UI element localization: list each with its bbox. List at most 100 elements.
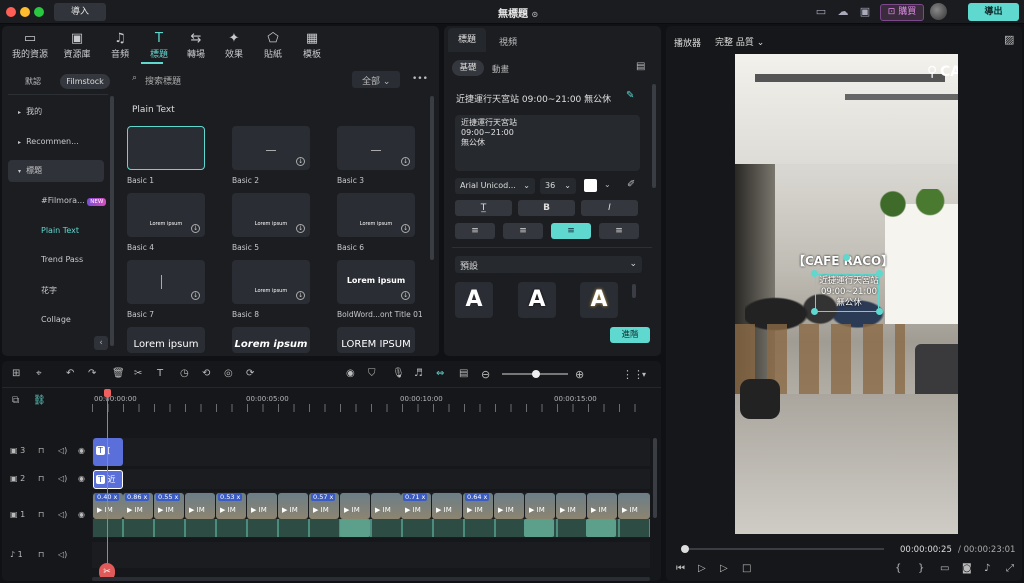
video-clip[interactable]: ▶ IM [185,493,215,519]
snapshot-icon[interactable]: ▨ [1004,33,1014,46]
size-dropdown[interactable]: 36 ⌄ [540,178,576,194]
eye-icon[interactable]: ◉ [78,510,85,519]
video-clip[interactable]: 0.71 x ▶ IM [401,493,431,519]
maximize-window-button[interactable] [34,7,44,17]
select-icon[interactable]: ⊞ [12,368,20,379]
advanced-button[interactable]: 進階 [610,327,650,343]
title-thumbnail[interactable]: ↓ [232,126,310,170]
sidebar-scrollbar[interactable] [110,96,114,346]
speaker-icon[interactable]: ◁) [58,474,67,483]
download-icon[interactable]: ↓ [296,291,305,300]
preset-style-3[interactable]: A [580,282,618,318]
sidebar-item[interactable]: ▾ 標題 [8,160,104,182]
sidebar-subitem[interactable]: Trend Pass [41,255,83,264]
track-icon[interactable]: ▤ [459,368,468,379]
ai-icon[interactable]: ⇔ [436,368,444,379]
download-icon[interactable]: ↓ [296,157,305,166]
title-thumbnail[interactable] [127,126,205,170]
video-clip[interactable]: ▶ IM [432,493,462,519]
undo-icon[interactable]: ↶ [66,368,74,379]
close-window-button[interactable] [6,7,16,17]
preset-scrollbar[interactable] [632,284,636,298]
font-dropdown[interactable]: Arial Unicod... ⌄ [455,178,535,194]
download-icon[interactable]: ↓ [401,157,410,166]
edit-title-icon[interactable]: ✎ [626,90,634,101]
toolbar-item[interactable]: ✦ 效果 [215,30,253,60]
play-icon-2[interactable]: ▷ [720,563,728,574]
speed-icon[interactable]: ◷ [180,368,189,379]
title-thumbnail[interactable]: Lorem ipsum ↓ [337,260,415,304]
preset-style-2[interactable]: A [518,282,556,318]
title-thumbnail[interactable]: ↓ [337,126,415,170]
italic-button[interactable]: I [581,200,638,216]
display-icon[interactable]: ▭ [940,563,949,574]
tab-animation[interactable]: 動畫 [492,63,509,75]
progress-track[interactable] [684,548,884,550]
download-icon[interactable]: ↓ [296,224,305,233]
zoom-knob[interactable] [532,370,540,378]
resize-handle[interactable] [811,270,818,277]
toolbar-item[interactable]: ♫ 音頻 [101,30,139,60]
video-clip[interactable]: ▶ IM [525,493,555,519]
import-button[interactable]: 導入 [54,3,106,21]
tab-basic[interactable]: 基礎 [452,60,484,76]
eye-icon[interactable]: ◉ [78,446,85,455]
toolbar-item[interactable]: ▣ 資源庫 [58,30,96,60]
prev-frame-icon[interactable]: ⏮ [676,563,685,574]
audio-icon[interactable]: ♬ [414,368,423,379]
speaker-icon[interactable]: ◁) [58,446,67,455]
filmstock-tab[interactable]: Filmstock [60,74,110,89]
rotate-handle[interactable] [843,254,850,261]
video-preview[interactable]: ⚲ CA 【CAFE RACO】 近捷運行天宮站 09:00~21:00 無公休 [735,54,958,534]
add-track-icon[interactable]: ⧉ [12,395,19,406]
eye-icon[interactable]: ◉ [78,474,85,483]
video-clip[interactable]: ▶ IM [371,493,401,519]
toolbar-item[interactable]: ▦ 模板 [293,30,331,60]
text-case-button[interactable]: T̲ [455,200,512,216]
text-icon[interactable]: T [157,368,163,379]
link-icon[interactable]: ⛓ [33,395,46,406]
lock-icon[interactable]: ⊓ [38,510,44,519]
play-icon[interactable]: ▷ [698,563,706,574]
video-clip[interactable]: 0.86 x ▶ IM [123,493,153,519]
video-clip[interactable]: 0.57 x ▶ IM [309,493,339,519]
align-justify-button[interactable]: ≡ [503,223,543,239]
resize-handle[interactable] [876,308,883,315]
snap-icon[interactable]: ◉ [346,368,355,379]
library-scrollbar[interactable] [430,96,434,260]
title-thumbnail[interactable]: Lorem ipsum [127,327,205,353]
lock-icon[interactable]: ⊓ [38,474,44,483]
playhead-handle[interactable] [104,389,111,397]
speaker-icon[interactable]: ◁) [58,550,67,559]
fullscreen-icon[interactable]: ⤢ [1006,563,1014,574]
title-clip-selected[interactable]: T 近 [93,470,123,489]
voice-icon[interactable]: 🎙 [392,368,405,379]
timeline-vscrollbar[interactable] [653,438,657,518]
mark-in-icon[interactable]: { [895,563,901,574]
chevron-down-icon[interactable]: ⌄ [604,180,611,189]
sidebar-item[interactable]: ▸ 我的 [8,101,104,123]
download-icon[interactable]: ↓ [401,291,410,300]
align-right-button[interactable]: ≡ [599,223,639,239]
default-tab[interactable]: 默認 [12,74,54,89]
save-preset-icon[interactable]: ▤ [636,61,645,72]
video-clip[interactable]: ▶ IM [556,493,586,519]
title-thumbnail[interactable]: LOREM IPSUM [337,327,415,353]
video-clip[interactable]: ▶ IM [340,493,370,519]
sidebar-subitem[interactable]: Collage [41,315,71,324]
video-clip[interactable]: ▶ IM [494,493,524,519]
video-clip[interactable]: 0.40 x ▶ IM [93,493,123,519]
color-icon[interactable]: ◎ [224,368,233,379]
download-icon[interactable]: ↓ [191,291,200,300]
download-icon[interactable]: ↓ [191,224,200,233]
video-clip[interactable]: ▶ IM [247,493,277,519]
cut-icon[interactable]: ✂ [134,368,142,379]
title-thumbnail[interactable]: Lorem ipsum ↓ [127,193,205,237]
stop-icon[interactable]: □ [742,563,751,574]
bold-button[interactable]: B [518,200,575,216]
zoom-plus-icon[interactable]: ⊕ [575,368,584,381]
title-thumbnail[interactable]: Lorem ipsum [232,327,310,353]
resize-handle[interactable] [811,308,818,315]
more-button[interactable]: ••• [412,74,428,84]
text-editor[interactable]: 近捷運行天宮站 09:00~21:00 無公休 [455,115,640,171]
